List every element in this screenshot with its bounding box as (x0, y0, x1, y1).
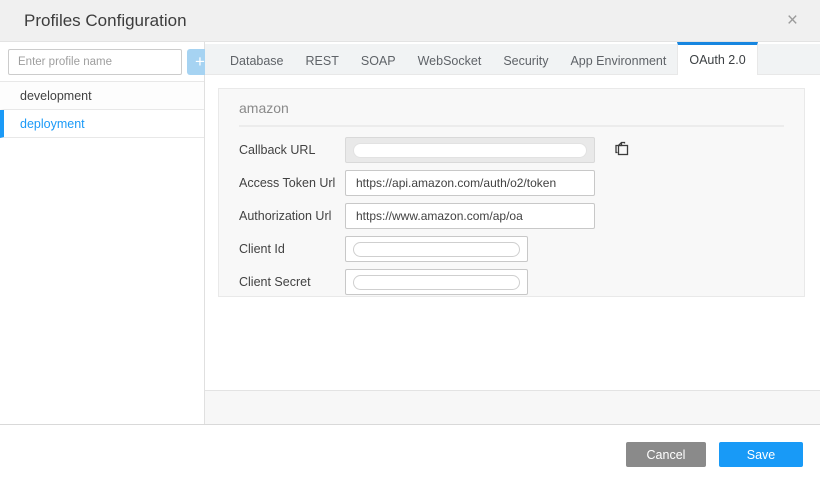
content-footer-strip (205, 390, 820, 424)
profiles-configuration-dialog: Profiles Configuration × + development d… (0, 0, 820, 484)
profiles-sidebar: + development deployment (0, 42, 205, 424)
tab-app-environment[interactable]: App Environment (559, 44, 677, 74)
cancel-button[interactable]: Cancel (626, 442, 706, 467)
profile-item-deployment[interactable]: deployment (0, 110, 204, 138)
callback-url-row: Callback URL (239, 137, 784, 163)
tab-oauth-2-0[interactable]: OAuth 2.0 (677, 42, 757, 75)
amazon-oauth-panel: amazon Callback URL (218, 88, 805, 297)
access-token-url-row: Access Token Url (239, 170, 784, 196)
client-secret-row: Client Secret (239, 269, 784, 295)
profile-list: development deployment (0, 81, 204, 138)
copy-callback-url-button[interactable] (612, 139, 631, 161)
client-id-label: Client Id (239, 242, 345, 256)
tab-websocket[interactable]: WebSocket (407, 44, 493, 74)
tab-rest[interactable]: REST (295, 44, 350, 74)
tab-soap[interactable]: SOAP (350, 44, 407, 74)
profile-item-development[interactable]: development (0, 82, 204, 110)
callback-url-field (345, 137, 595, 163)
access-token-url-input[interactable] (345, 170, 595, 196)
client-id-field[interactable] (345, 236, 528, 262)
dialog-footer: Cancel Save (0, 425, 820, 484)
client-secret-label: Client Secret (239, 275, 345, 289)
redacted-value (353, 143, 587, 158)
profile-settings-content: Database REST SOAP WebSocket Security Ap… (205, 42, 820, 424)
redacted-value (353, 242, 520, 257)
save-button[interactable]: Save (719, 442, 803, 467)
dialog-title: Profiles Configuration (24, 11, 781, 31)
redacted-value (353, 275, 520, 290)
client-id-row: Client Id (239, 236, 784, 262)
tab-content-oauth: amazon Callback URL (205, 75, 820, 390)
copy-icon (612, 139, 631, 161)
authorization-url-label: Authorization Url (239, 209, 345, 223)
settings-tabbar: Database REST SOAP WebSocket Security Ap… (205, 44, 820, 75)
profile-add-row: + (0, 42, 204, 81)
authorization-url-input[interactable] (345, 203, 595, 229)
provider-name: amazon (239, 100, 784, 127)
tab-security[interactable]: Security (492, 44, 559, 74)
callback-url-label: Callback URL (239, 143, 345, 157)
tab-database[interactable]: Database (219, 44, 295, 74)
profile-name-input[interactable] (8, 49, 182, 75)
dialog-body: + development deployment Database REST S… (0, 42, 820, 425)
close-icon[interactable]: × (781, 9, 804, 32)
dialog-header: Profiles Configuration × (0, 0, 820, 42)
authorization-url-row: Authorization Url (239, 203, 784, 229)
access-token-url-label: Access Token Url (239, 176, 345, 190)
client-secret-field[interactable] (345, 269, 528, 295)
